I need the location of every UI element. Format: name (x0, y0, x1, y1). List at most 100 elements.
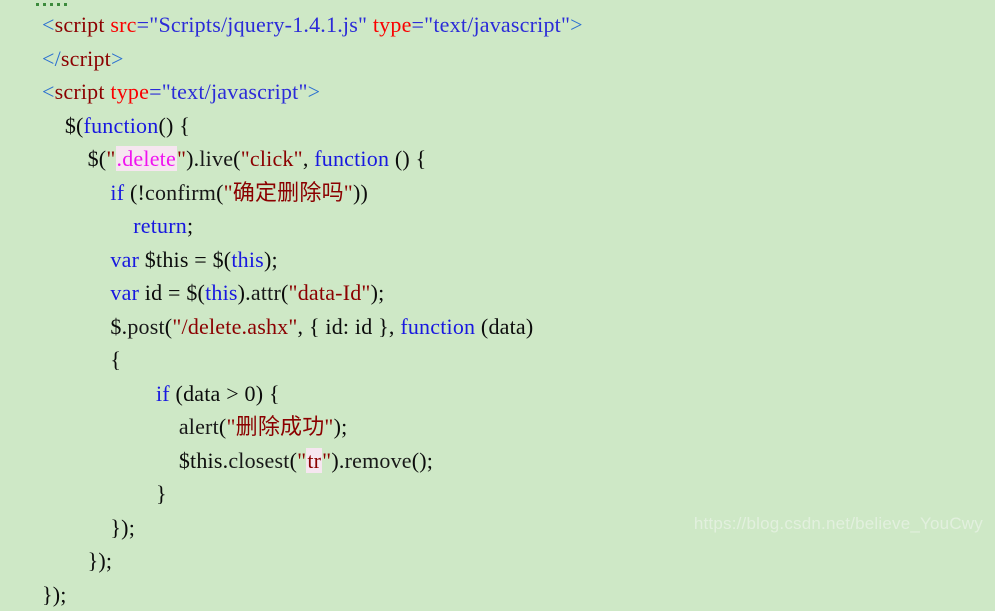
code-token-punct: (data) (475, 314, 533, 339)
code-token-punct: ); (334, 414, 348, 439)
code-token-punct: ( (216, 180, 224, 205)
code-token-kw: return (133, 213, 187, 238)
code-token-kw: var (110, 280, 139, 305)
code-token-jsstr: " (297, 448, 306, 473)
code-token-kw: var (110, 247, 139, 272)
code-token-bracket: < (42, 79, 55, 104)
code-token-bracket: > (111, 46, 124, 71)
code-line[interactable]: $.post("/delete.ashx", { id: id }, funct… (0, 310, 995, 344)
code-token-jsstr: "click" (241, 146, 303, 171)
indent-space (42, 481, 156, 506)
code-token-str: "text/javascript" (424, 12, 570, 37)
code-token-bracket: < (42, 12, 55, 37)
code-token-bracket: </ (42, 46, 61, 71)
code-line[interactable]: return; (0, 209, 995, 243)
code-line[interactable]: } (0, 477, 995, 511)
code-token-sel: .delete (116, 146, 177, 171)
code-token-eq: = (137, 12, 150, 37)
indent-space (42, 347, 110, 372)
code-line[interactable]: var id = $(this).attr("data-Id"); (0, 276, 995, 310)
code-token-punct: () { (389, 146, 426, 171)
code-token-jsstr: " (177, 146, 186, 171)
code-token-punct: } (156, 481, 167, 506)
code-token-punct: ). (186, 146, 199, 171)
code-token-plain: attr (251, 280, 281, 305)
code-token-kw: if (110, 180, 124, 205)
code-line[interactable]: $(function() { (0, 109, 995, 143)
code-line[interactable]: var $this = $(this); (0, 243, 995, 277)
code-token-punct: , (303, 146, 314, 171)
code-token-jsstr: "确定删除吗" (224, 180, 353, 205)
indent-space (42, 515, 110, 540)
code-token-punct: $( (65, 113, 84, 138)
code-token-plain: confirm (145, 180, 216, 205)
code-token-punct: $. (110, 314, 127, 339)
code-token-plain: live (199, 146, 233, 171)
code-token-plain: alert (179, 414, 219, 439)
code-line[interactable]: $this.closest("tr").remove(); (0, 444, 995, 478)
code-token-kw: this (205, 280, 238, 305)
code-token-punct: }); (110, 515, 135, 540)
code-token-punct: ); (264, 247, 278, 272)
code-token-punct: }); (88, 548, 113, 573)
code-token-plain: closest (228, 448, 289, 473)
code-token-punct: , { id: id }, (298, 314, 401, 339)
indent-space (42, 146, 88, 171)
code-token-kw: function (400, 314, 475, 339)
code-token-tag: script (55, 79, 105, 104)
code-line[interactable]: { (0, 343, 995, 377)
code-line[interactable]: <script type="text/javascript"> (0, 75, 995, 109)
code-token-punct: )) (353, 180, 368, 205)
indent-space (42, 414, 179, 439)
code-token-punct: ( (290, 448, 298, 473)
code-token-punct: ). (238, 280, 251, 305)
collapsed-region-dots-icon (36, 2, 70, 7)
indent-space (42, 213, 133, 238)
code-token-bracket: > (570, 12, 583, 37)
code-token-plain: post (127, 314, 164, 339)
code-line[interactable]: }); (0, 578, 995, 611)
code-token-punct: ; (187, 213, 193, 238)
code-line[interactable]: </script> (0, 42, 995, 76)
code-token-plain: remove (345, 448, 412, 473)
code-token-tag: script (55, 12, 105, 37)
code-line[interactable]: alert("删除成功"); (0, 410, 995, 444)
code-token-punct: $this. (179, 448, 229, 473)
code-canvas: <script src="Scripts/jquery-1.4.1.js" ty… (0, 0, 995, 542)
code-line[interactable]: if (!confirm("确定删除吗")) (0, 176, 995, 210)
indent-space (42, 448, 179, 473)
indent-space (42, 180, 110, 205)
code-token-kw: function (84, 113, 159, 138)
code-token-punct: (data > 0) { (170, 381, 280, 406)
code-token-jsstr: "/delete.ashx" (172, 314, 297, 339)
code-token-attr: type (373, 12, 412, 37)
code-token-punct: $( (88, 146, 107, 171)
code-token-punct: (! (124, 180, 145, 205)
code-token-kw: if (156, 381, 170, 406)
code-token-punct: () { (158, 113, 190, 138)
code-line[interactable]: }); (0, 544, 995, 578)
code-token-punct: id = $( (139, 280, 205, 305)
code-token-eq: = (149, 79, 162, 104)
code-token-eq: = (412, 12, 425, 37)
indent-space (42, 314, 110, 339)
indent-space (42, 381, 156, 406)
code-line[interactable]: <script src="Scripts/jquery-1.4.1.js" ty… (0, 8, 995, 42)
code-token-punct: ). (331, 448, 344, 473)
code-line[interactable]: $(".delete").live("click", function () { (0, 142, 995, 176)
code-token-punct: $this = $( (139, 247, 231, 272)
code-token-str: "Scripts/jquery-1.4.1.js" (149, 12, 367, 37)
code-token-kw: function (314, 146, 389, 171)
indent-space (42, 247, 110, 272)
code-token-str: "text/javascript" (162, 79, 308, 104)
code-token-attr: src (110, 12, 136, 37)
code-token-jsstr: "data-Id" (289, 280, 371, 305)
code-token-tag: script (61, 46, 111, 71)
code-token-punct: ); (371, 280, 385, 305)
code-token-punct: (); (412, 448, 433, 473)
code-token-jsstr: " (106, 146, 115, 171)
code-line[interactable]: if (data > 0) { (0, 377, 995, 411)
code-token-jsstr: tr (306, 448, 322, 473)
code-token-jsstr: "删除成功" (226, 414, 333, 439)
code-token-punct: ( (281, 280, 289, 305)
